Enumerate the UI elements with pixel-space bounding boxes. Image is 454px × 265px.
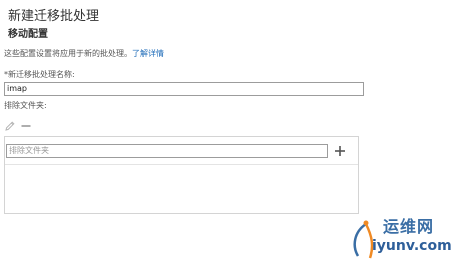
exclude-folder-input[interactable] [6, 144, 328, 158]
intro-text: 这些配置设置将应用于新的批处理。了解详情 [4, 49, 164, 59]
minus-icon-graphic [21, 125, 31, 127]
pencil-icon[interactable] [4, 117, 16, 131]
plus-icon[interactable] [333, 143, 347, 157]
batch-name-input[interactable] [4, 82, 364, 96]
page-title: 新建迁移批处理 [8, 9, 100, 24]
exclude-folders-entry-row [5, 137, 358, 165]
excluded-folders-list [5, 165, 358, 213]
new-migration-batch-page: 新建迁移批处理 移动配置 这些配置设置将应用于新的批处理。了解详情 *新迁移批处… [0, 0, 454, 265]
batch-name-label: *新迁移批处理名称: [4, 70, 75, 79]
pencil-icon-graphic [5, 121, 15, 131]
watermark-brand: 运维网 [383, 217, 435, 236]
learn-more-link[interactable]: 了解详情 [132, 49, 164, 58]
watermark-url: iyunv.com [372, 238, 452, 254]
intro-description: 这些配置设置将应用于新的批处理。 [4, 49, 132, 58]
exclude-folders-panel [4, 136, 359, 214]
plus-icon-graphic [335, 146, 345, 156]
section-subtitle: 移动配置 [8, 29, 48, 40]
minus-icon[interactable] [20, 117, 32, 129]
exclude-folders-label: 排除文件夹: [4, 101, 47, 110]
